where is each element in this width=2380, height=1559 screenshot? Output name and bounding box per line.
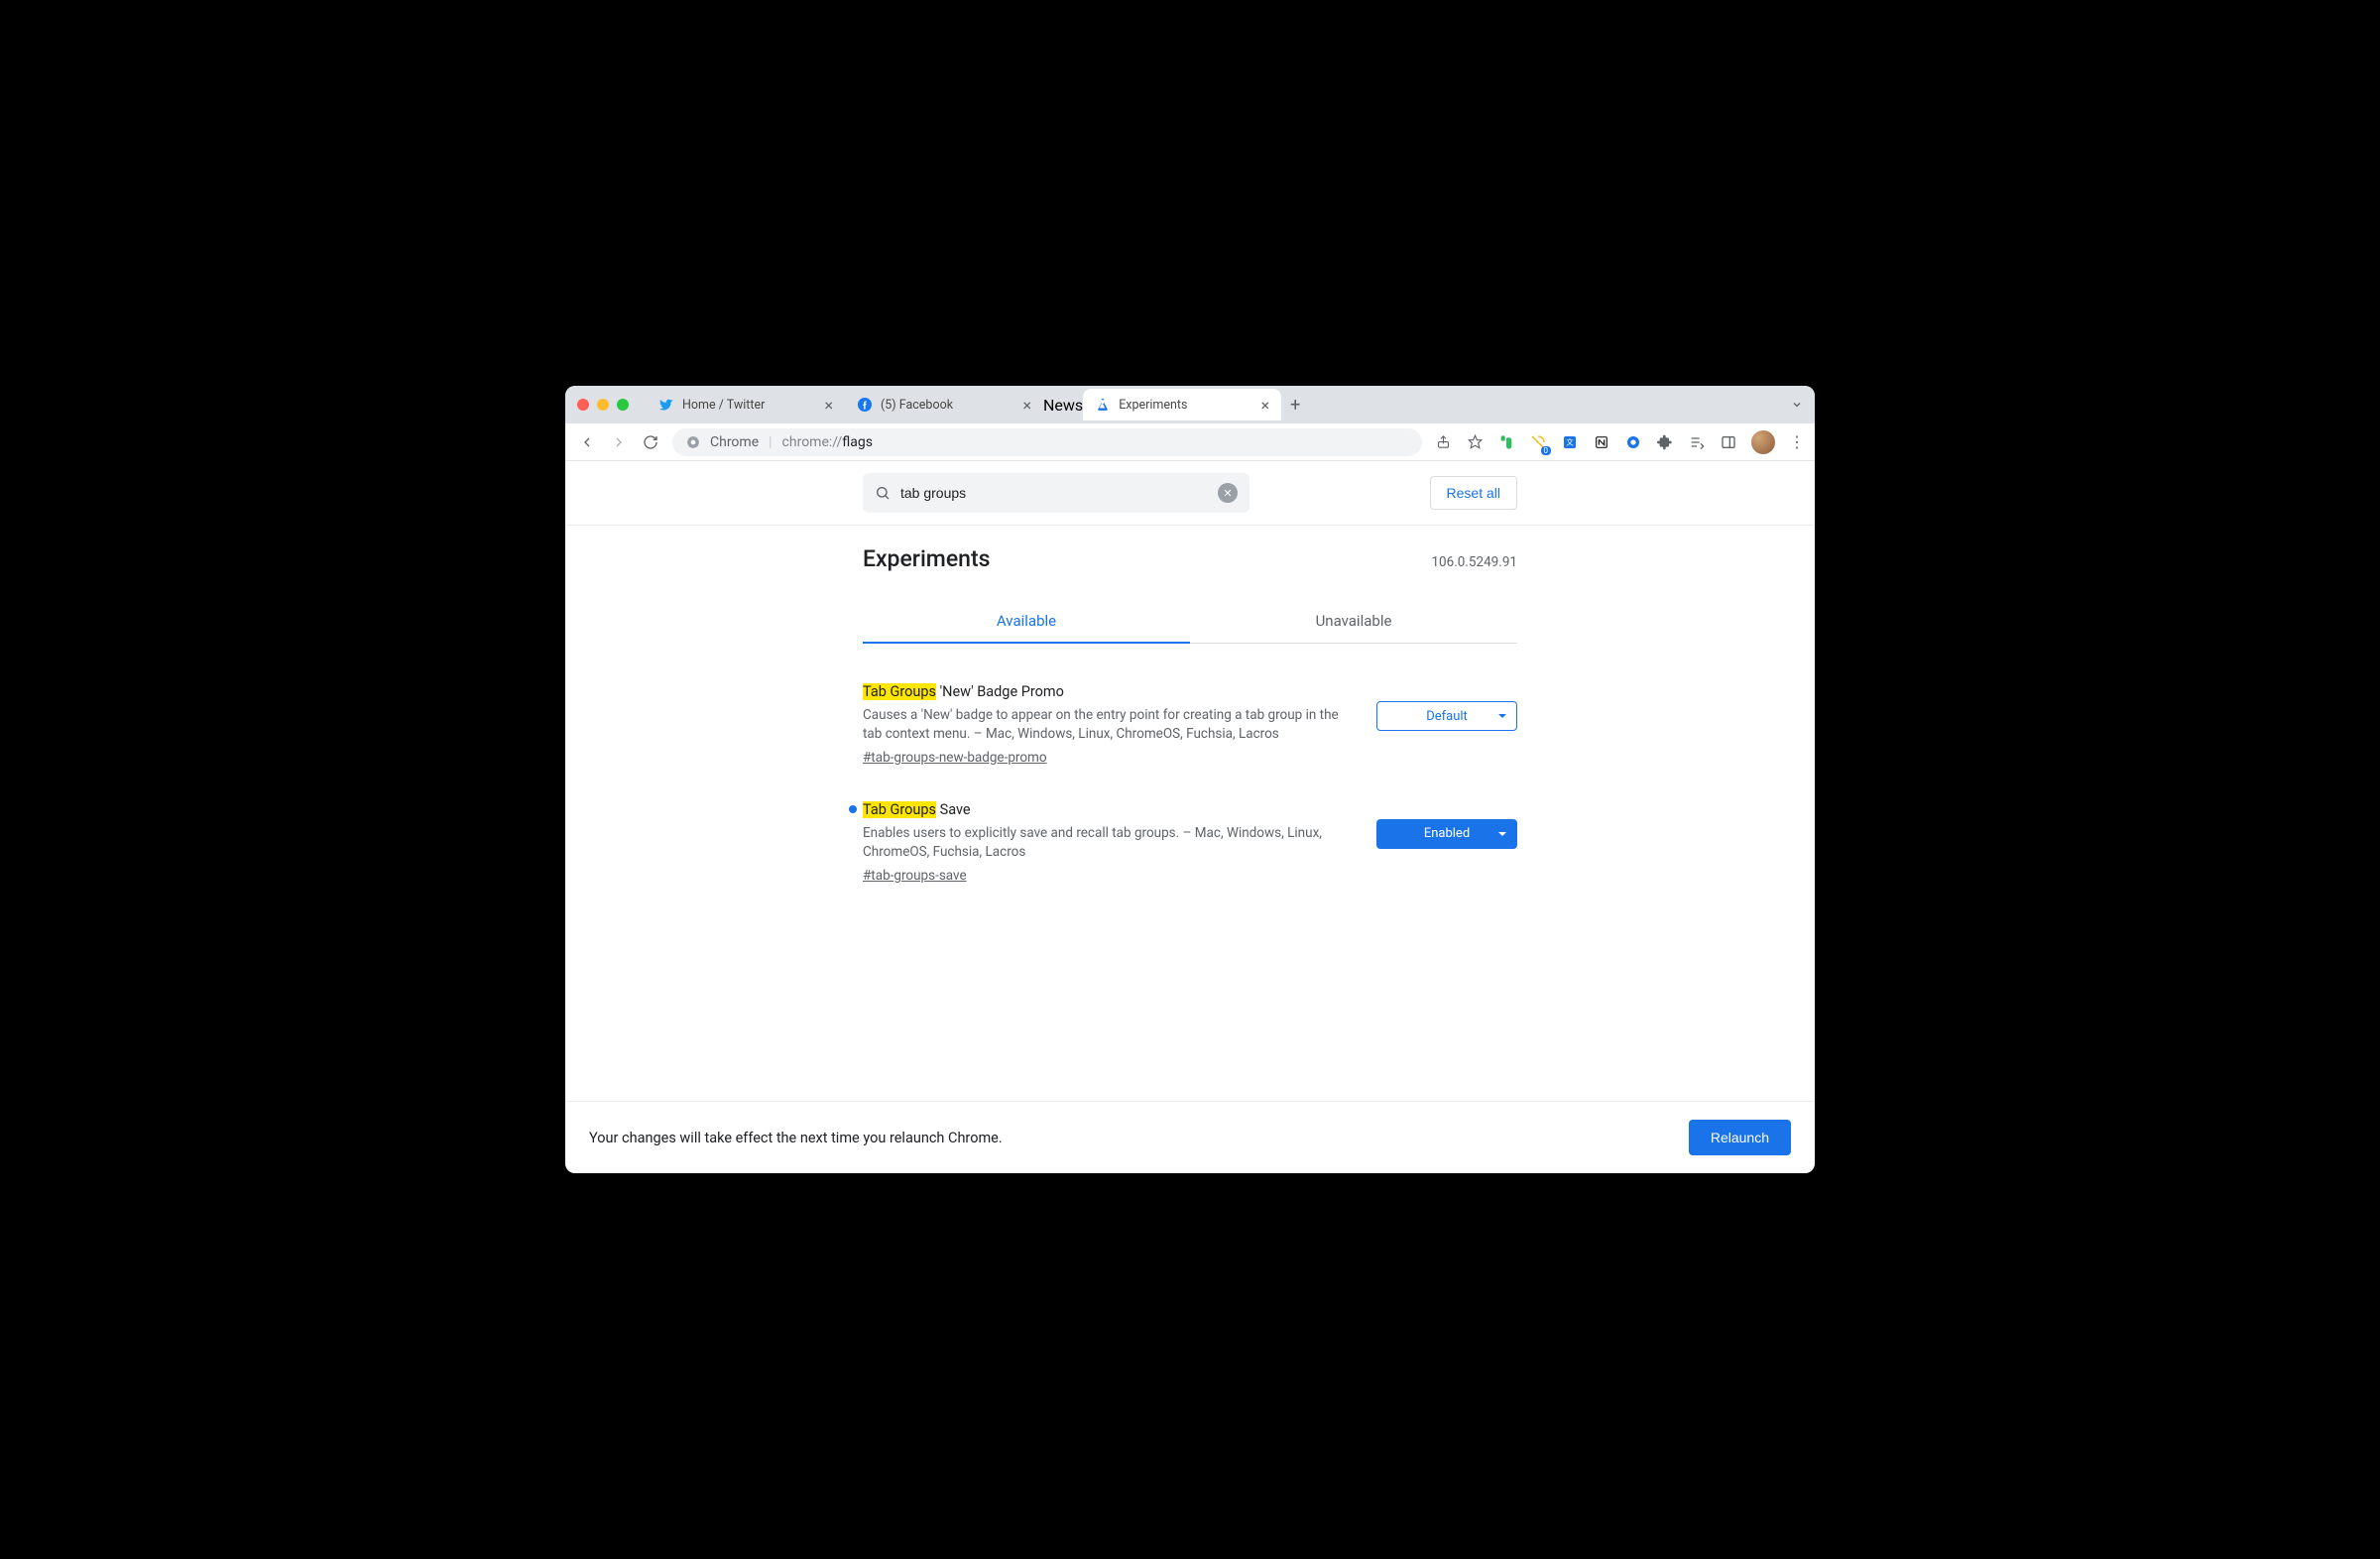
extensions-icon[interactable] [1656,433,1674,451]
maximize-window[interactable] [617,399,629,411]
titlebar: Home / Twitter × (5) Facebook × News Exp… [565,386,1815,423]
back-button[interactable] [577,432,597,452]
tab-label: Experiments [1119,398,1187,413]
side-panel-icon[interactable] [1720,433,1737,451]
flag-title: Tab Groups Save [863,801,1361,818]
forward-button[interactable] [609,432,629,452]
search-icon [875,485,891,501]
relaunch-bar: Your changes will take effect the next t… [565,1101,1815,1173]
address-context: Chrome [710,434,759,450]
flask-icon [1095,397,1111,413]
address-bar[interactable]: Chrome | chrome://flags [672,428,1422,456]
flag-row: Tab Groups 'New' Badge Promo Causes a 'N… [863,683,1517,766]
extension-generic-icon[interactable] [1624,433,1642,451]
window-controls [577,399,629,411]
tab-facebook[interactable]: (5) Facebook × [845,389,1043,420]
tab-group-chip[interactable]: News [1043,396,1083,415]
tab-available[interactable]: Available [863,600,1190,644]
page-content: ✕ Reset all Experiments 106.0.5249.91 Av… [565,461,1815,1101]
flag-list: Tab Groups 'New' Badge Promo Causes a 'N… [863,644,1517,884]
flag-row: Tab Groups Save Enables users to explici… [863,801,1517,884]
flag-hash-link[interactable]: #tab-groups-new-badge-promo [863,750,1361,766]
share-icon[interactable] [1434,433,1452,451]
new-tab-button[interactable]: + [1281,391,1309,419]
close-window[interactable] [577,399,589,411]
reading-list-icon[interactable] [1688,433,1706,451]
flag-select[interactable]: Enabled [1376,819,1517,849]
flag-description: Enables users to explicitly save and rec… [863,824,1361,862]
extension-evernote-icon[interactable] [1497,433,1515,451]
minimize-window[interactable] [597,399,609,411]
reload-button[interactable] [641,432,660,452]
browser-window: Home / Twitter × (5) Facebook × News Exp… [565,386,1815,1173]
toolbar-icons: 0 文 ⋮ [1434,430,1803,454]
address-url: chrome://flags [782,434,873,450]
flag-search-input[interactable] [900,485,1208,501]
profile-avatar[interactable] [1751,430,1775,454]
page-title: Experiments [863,545,990,572]
reset-all-button[interactable]: Reset all [1430,476,1517,510]
close-icon[interactable]: × [1022,396,1031,415]
clear-search-icon[interactable]: ✕ [1218,483,1238,503]
tab-label: Home / Twitter [682,398,765,413]
tab-label: (5) Facebook [881,398,953,413]
tab-twitter[interactable]: Home / Twitter × [647,389,845,420]
close-icon[interactable]: × [1261,396,1270,415]
svg-text:文: 文 [1566,437,1574,446]
flag-select[interactable]: Default [1376,701,1517,731]
flag-title: Tab Groups 'New' Badge Promo [863,683,1361,700]
extension-screenshot-icon[interactable]: 0 [1529,433,1547,451]
chrome-version: 106.0.5249.91 [1431,554,1517,570]
tabstrip: Home / Twitter × (5) Facebook × News Exp… [647,389,1785,420]
bookmark-icon[interactable] [1466,433,1484,451]
flag-tabs: Available Unavailable [863,600,1517,644]
tab-unavailable[interactable]: Unavailable [1190,600,1517,644]
twitter-icon [658,397,674,413]
toolbar: Chrome | chrome://flags 0 文 [565,423,1815,461]
extension-translate-icon[interactable]: 文 [1561,433,1579,451]
relaunch-button[interactable]: Relaunch [1689,1120,1791,1155]
menu-icon[interactable]: ⋮ [1789,432,1803,451]
tab-experiments[interactable]: Experiments × [1083,389,1281,420]
flag-hash-link[interactable]: #tab-groups-save [863,868,1361,884]
extension-notion-icon[interactable] [1593,433,1610,451]
flag-description: Causes a 'New' badge to appear on the en… [863,706,1361,744]
close-icon[interactable]: × [824,396,833,415]
tabstrip-menu-icon[interactable] [1791,399,1803,411]
flag-search-box[interactable]: ✕ [863,473,1250,513]
relaunch-message: Your changes will take effect the next t… [589,1130,1003,1146]
facebook-icon [857,397,873,413]
chrome-icon [686,435,700,449]
